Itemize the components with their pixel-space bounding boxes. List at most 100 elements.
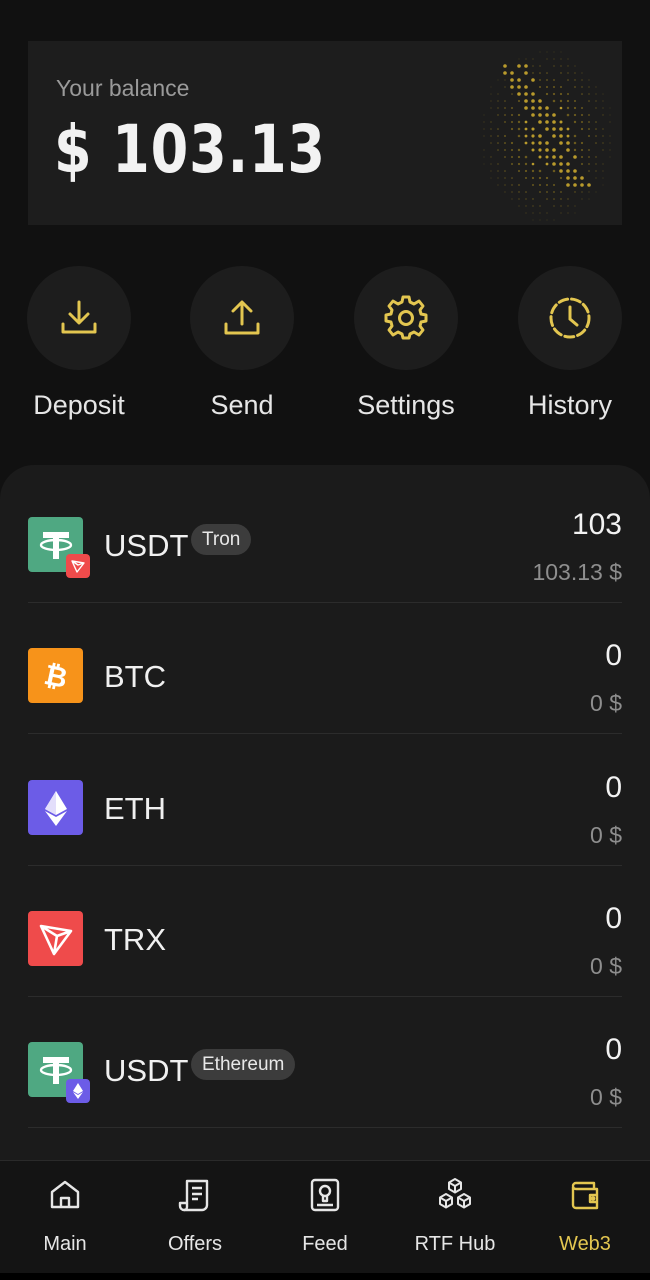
nav-item-web3[interactable]: Web3: [520, 1175, 650, 1256]
halftone-dot: [504, 121, 506, 123]
halftone-dot: [595, 128, 597, 130]
halftone-dot: [504, 100, 506, 102]
halftone-dot: [559, 162, 563, 166]
halftone-dot: [609, 121, 611, 123]
halftone-dot: [552, 169, 556, 173]
halftone-dot: [504, 86, 506, 88]
halftone-dot: [553, 79, 555, 81]
nav-label: Web3: [559, 1233, 611, 1255]
halftone-dot: [490, 100, 492, 102]
halftone-dot: [609, 135, 611, 137]
halftone-dot: [539, 212, 541, 214]
svg-text:₿: ₿: [41, 657, 70, 694]
send-circle[interactable]: [190, 266, 294, 370]
send-button[interactable]: Send: [167, 266, 317, 421]
nav-item-rtf-hub[interactable]: RTF Hub: [390, 1175, 520, 1256]
halftone-dot: [525, 205, 527, 207]
asset-row-trx[interactable]: TRX 0 0 $: [28, 866, 622, 997]
balance-label: Your balance: [56, 75, 190, 101]
halftone-dot: [524, 85, 528, 89]
halftone-dot: [546, 198, 548, 200]
halftone-dot: [504, 114, 506, 116]
halftone-dot: [524, 106, 528, 110]
halftone-dot: [510, 148, 514, 152]
asset-row-btc[interactable]: ₿ BTC 0 0 $: [28, 603, 622, 734]
halftone-dot: [581, 107, 583, 109]
halftone-dot: [538, 148, 542, 152]
asset-row-usdt-ethereum[interactable]: USDT Ethereum 0 0 $: [28, 997, 622, 1128]
halftone-dot: [511, 107, 513, 109]
asset-fiat-value: 0 $: [590, 1084, 622, 1110]
halftone-dot: [567, 212, 569, 214]
halftone-dot: [531, 169, 535, 173]
halftone-dot: [545, 113, 549, 117]
halftone-dot: [510, 120, 514, 124]
halftone-dot: [566, 183, 570, 187]
nav-item-feed[interactable]: Feed: [260, 1175, 390, 1256]
halftone-dot: [552, 127, 556, 131]
halftone-dot: [538, 155, 542, 159]
halftone-dot: [588, 121, 590, 123]
nav-item-main[interactable]: Main: [0, 1175, 130, 1256]
asset-fiat-value: 103.13 $: [532, 559, 622, 585]
halftone-dot: [531, 134, 535, 138]
halftone-dot: [602, 135, 604, 137]
asset-row-usdt-tron[interactable]: USDT Tron 103 103.13 $: [28, 472, 622, 603]
halftone-dot: [483, 114, 485, 116]
halftone-dot: [510, 71, 514, 75]
send-label: Send: [210, 390, 274, 420]
settings-button[interactable]: Settings: [331, 266, 481, 421]
halftone-dot: [546, 212, 548, 214]
nav-label: Main: [43, 1233, 87, 1255]
halftone-dot: [546, 191, 548, 193]
halftone-dot: [567, 65, 569, 67]
halftone-dot: [524, 169, 528, 173]
halftone-dot: [545, 162, 549, 166]
halftone-dot: [566, 106, 570, 110]
halftone-dot: [545, 183, 549, 187]
halftone-dot: [539, 191, 541, 193]
halftone-dot: [538, 106, 542, 110]
settings-circle[interactable]: [354, 266, 458, 370]
system-home-bar: [0, 1273, 650, 1280]
deposit-button[interactable]: Deposit: [4, 266, 154, 421]
halftone-dot: [573, 120, 577, 124]
halftone-dot: [566, 92, 570, 96]
halftone-dot: [504, 79, 506, 81]
halftone-dot: [581, 191, 583, 193]
nav-item-offers[interactable]: Offers: [130, 1175, 260, 1256]
halftone-dot: [559, 99, 563, 103]
halftone-dot: [566, 127, 570, 131]
halftone-dot: [595, 170, 597, 172]
download-icon: [61, 300, 97, 334]
halftone-dot: [531, 106, 535, 110]
asset-amount: 0: [605, 771, 622, 804]
halftone-dot: [538, 176, 542, 180]
asset-ticker: USDT: [104, 528, 189, 563]
halftone-dot: [497, 142, 499, 144]
asset-ticker: BTC: [104, 659, 166, 694]
asset-amount: 0: [605, 639, 622, 672]
halftone-dot: [552, 162, 556, 166]
halftone-dot: [504, 184, 506, 186]
asset-row-eth[interactable]: ETH 0 0 $: [28, 735, 622, 866]
halftone-dot: [580, 183, 584, 187]
history-circle[interactable]: [518, 266, 622, 370]
halftone-dot: [559, 134, 563, 138]
halftone-dot: [567, 205, 569, 207]
halftone-dot: [602, 100, 604, 102]
deposit-circle[interactable]: [27, 266, 131, 370]
halftone-dot: [524, 141, 528, 145]
halftone-dot: [545, 127, 549, 131]
history-button[interactable]: History: [495, 266, 645, 421]
halftone-dot: [602, 142, 604, 144]
halftone-dot: [517, 155, 521, 159]
halftone-dot: [553, 219, 555, 221]
halftone-dot: [566, 162, 570, 166]
halftone-dot: [588, 93, 590, 95]
halftone-dot: [490, 121, 492, 123]
halftone-dot: [609, 149, 611, 151]
halftone-dot: [588, 149, 590, 151]
halftone-dot: [552, 85, 556, 89]
tether-icon: [28, 1042, 90, 1103]
